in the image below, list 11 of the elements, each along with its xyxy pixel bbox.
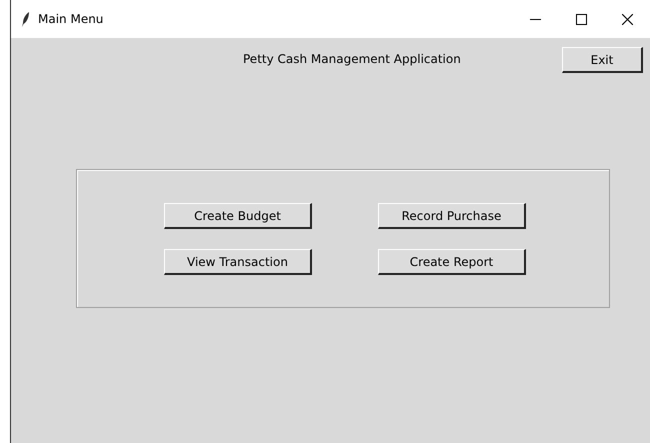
minimize-icon <box>530 18 540 20</box>
menu-button[interactable]: View Transaction <box>164 249 312 275</box>
menu-button[interactable]: Create Report <box>378 249 526 275</box>
menu-button[interactable]: Create Budget <box>164 203 312 229</box>
app-heading: Petty Cash Management Application <box>243 51 461 68</box>
exit-button[interactable]: Exit <box>562 47 643 73</box>
feather-icon <box>22 12 30 26</box>
close-icon <box>622 14 632 24</box>
window-title: Main Menu <box>38 11 104 28</box>
maximize-icon <box>576 14 586 24</box>
menu-button[interactable]: Record Purchase <box>378 203 526 229</box>
